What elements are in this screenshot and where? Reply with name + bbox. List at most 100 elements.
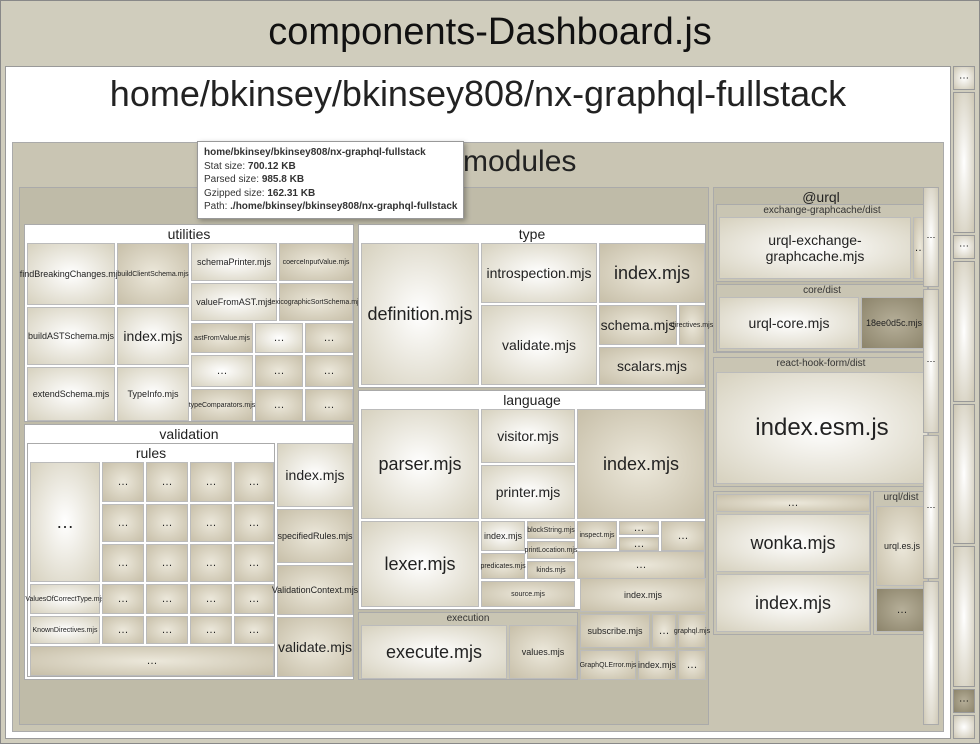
- rail-item[interactable]: ⋯: [923, 289, 939, 433]
- cell-dots-u2[interactable]: …: [305, 323, 353, 353]
- cell-subscribe[interactable]: subscribe.mjs: [580, 614, 650, 648]
- cell-directives[interactable]: directives.mjs: [679, 305, 705, 345]
- cell-dots-r15[interactable]: …: [146, 584, 188, 614]
- graphql-group[interactable]: graphql utilities findBreakingChanges.mj…: [19, 187, 709, 725]
- cell-values[interactable]: values.mjs: [509, 625, 577, 679]
- wonka-group[interactable]: … wonka.mjs index.mjs: [713, 491, 871, 635]
- cell-dots-r8[interactable]: …: [190, 504, 232, 542]
- cell-kinds[interactable]: kinds.mjs: [527, 561, 575, 579]
- cell-dots-r6[interactable]: …: [102, 504, 144, 542]
- rail-item[interactable]: [953, 715, 975, 739]
- cell-urql-cache[interactable]: urql-exchange-graphcache.mjs: [719, 217, 911, 279]
- cell-index-language2[interactable]: index.mjs: [481, 521, 525, 551]
- execution-group[interactable]: execution execute.mjs values.mjs: [358, 612, 578, 680]
- cell-dots-r12[interactable]: …: [190, 544, 232, 582]
- cell-dots-g2[interactable]: …: [678, 650, 706, 680]
- urql-core-group[interactable]: core/dist urql-core.mjs 18ee0d5c.mjs: [716, 284, 928, 352]
- cell-dots-u4[interactable]: …: [255, 355, 303, 387]
- cell-lexico[interactable]: lexicographicSortSchema.mjs: [279, 283, 353, 321]
- cell-inspect[interactable]: inspect.mjs: [577, 521, 617, 549]
- cell-index-validation[interactable]: index.mjs: [277, 443, 353, 507]
- cell-dots-r20[interactable]: …: [190, 616, 232, 644]
- cell-valuesofcorrect[interactable]: ValuesOfCorrectType.mjs: [30, 584, 100, 614]
- cell-dots-r9[interactable]: …: [234, 504, 274, 542]
- cell-dots-w[interactable]: …: [716, 494, 870, 512]
- urql-dist-group[interactable]: urql/dist urql.es.js …: [873, 491, 929, 635]
- cell-knowndir[interactable]: KnownDirectives.mjs: [30, 616, 100, 644]
- rail-item[interactable]: ⋯: [923, 187, 939, 287]
- cell-valctx[interactable]: ValidationContext.mjs: [277, 565, 353, 615]
- cell-execute[interactable]: execute.mjs: [361, 625, 507, 679]
- fullstack-group[interactable]: home/bkinsey/bkinsey808/nx-graphql-fulls…: [5, 66, 951, 739]
- cell-index-err[interactable]: index.mjs: [638, 650, 676, 680]
- cell-index-language[interactable]: index.mjs: [577, 409, 705, 519]
- cell-specrules[interactable]: specifiedRules.mjs: [277, 509, 353, 563]
- cell-dots-r19[interactable]: …: [146, 616, 188, 644]
- cell-findbreakingchanges[interactable]: findBreakingChanges.mjs: [27, 243, 115, 305]
- cell-dots-l3[interactable]: …: [661, 521, 705, 551]
- cell-coerceinput[interactable]: coerceInputValue.mjs: [279, 243, 353, 281]
- cell-validate-type[interactable]: validate.mjs: [481, 305, 597, 385]
- cell-dots-r10[interactable]: …: [102, 544, 144, 582]
- cell-wonka[interactable]: wonka.mjs: [716, 514, 870, 572]
- node-modules-group[interactable]: node_modules graphql utilities findBreak…: [12, 142, 944, 732]
- cell-dots-r7[interactable]: …: [146, 504, 188, 542]
- rail-item[interactable]: [953, 546, 975, 687]
- utilities-group[interactable]: utilities findBreakingChanges.mjs buildC…: [24, 224, 354, 422]
- cell-dots-u5[interactable]: …: [305, 355, 353, 387]
- cell-urql-core[interactable]: urql-core.mjs: [719, 297, 859, 349]
- cell-parser[interactable]: parser.mjs: [361, 409, 479, 519]
- cell-schema[interactable]: schema.mjs: [599, 305, 677, 345]
- cell-dots-r11[interactable]: …: [146, 544, 188, 582]
- urql-group[interactable]: @urql exchange-graphcache/dist urql-exch…: [713, 187, 929, 353]
- cell-index-graphql[interactable]: index.mjs: [580, 578, 706, 612]
- cell-visitor[interactable]: visitor.mjs: [481, 409, 575, 463]
- cell-graphqlmjs[interactable]: graphql.mjs: [678, 614, 706, 648]
- cell-typeinfo[interactable]: TypeInfo.mjs: [117, 367, 189, 421]
- cell-dots-g1[interactable]: …: [652, 614, 676, 648]
- cell-dots-u7[interactable]: …: [305, 389, 353, 421]
- cell-dots-l4[interactable]: …: [577, 551, 705, 579]
- cell-buildclientschema[interactable]: buildClientSchema.mjs: [117, 243, 189, 305]
- cell-dots-r14[interactable]: …: [102, 584, 144, 614]
- cell-dots-r17[interactable]: …: [234, 584, 274, 614]
- rail-item[interactable]: [953, 92, 975, 233]
- cell-typecomp[interactable]: typeComparators.mjs: [191, 389, 253, 421]
- cell-dots-u6[interactable]: …: [255, 389, 303, 421]
- cell-schemaprinter[interactable]: schemaPrinter.mjs: [191, 243, 277, 281]
- cell-dots-r4[interactable]: …: [190, 462, 232, 502]
- cell-astfromvalue[interactable]: astFromValue.mjs: [191, 323, 253, 353]
- cell-index-utilities[interactable]: index.mjs: [117, 307, 189, 365]
- cell-dots-ud[interactable]: …: [876, 588, 928, 632]
- cell-dots-l1[interactable]: …: [619, 521, 659, 535]
- type-group[interactable]: type definition.mjs introspection.mjs in…: [358, 224, 706, 388]
- cell-dots-r13[interactable]: …: [234, 544, 274, 582]
- rail-item[interactable]: ⋯: [953, 235, 975, 259]
- cell-scalars[interactable]: scalars.mjs: [599, 347, 705, 385]
- cell-dots-r2[interactable]: …: [102, 462, 144, 502]
- cell-urql-18e[interactable]: 18ee0d5c.mjs: [861, 297, 927, 349]
- cell-printer[interactable]: printer.mjs: [481, 465, 575, 519]
- cell-lexer[interactable]: lexer.mjs: [361, 521, 479, 607]
- rail-item[interactable]: ⋯: [953, 66, 975, 90]
- cell-introspection[interactable]: introspection.mjs: [481, 243, 597, 303]
- cell-extendschema[interactable]: extendSchema.mjs: [27, 367, 115, 421]
- cell-urql-es[interactable]: urql.es.js: [876, 506, 928, 586]
- rail-item[interactable]: ⋯: [923, 435, 939, 579]
- cell-validate-v[interactable]: validate.mjs: [277, 617, 353, 677]
- cell-rhf-index[interactable]: index.esm.js: [716, 372, 928, 484]
- cell-predicates[interactable]: predicates.mjs: [481, 553, 525, 579]
- language-group[interactable]: language parser.mjs visitor.mjs printer.…: [358, 390, 706, 610]
- cell-wonka-index[interactable]: index.mjs: [716, 574, 870, 632]
- cell-dots-u3[interactable]: …: [191, 355, 253, 387]
- cell-dots-r3[interactable]: …: [146, 462, 188, 502]
- rail-item[interactable]: [953, 261, 975, 402]
- cell-dots-r16[interactable]: …: [190, 584, 232, 614]
- cell-dots-u1[interactable]: …: [255, 323, 303, 353]
- rail-item[interactable]: [923, 581, 939, 725]
- cell-index-type[interactable]: index.mjs: [599, 243, 705, 303]
- cell-dots-l2[interactable]: …: [619, 537, 659, 551]
- cell-dots-r22[interactable]: …: [30, 646, 274, 676]
- cell-dots-r18[interactable]: …: [102, 616, 144, 644]
- rules-group[interactable]: rules … … … … … … … … … … … … …: [27, 443, 275, 677]
